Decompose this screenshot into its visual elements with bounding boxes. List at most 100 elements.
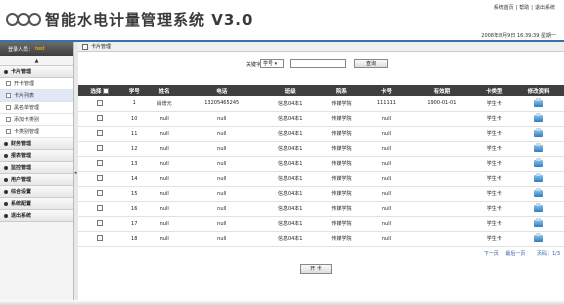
edit-icon[interactable] bbox=[534, 203, 544, 212]
cell-phone: null bbox=[181, 216, 262, 232]
table-row: 14 null null 信息04本1 传媒学院 null 学生卡 bbox=[78, 171, 564, 187]
page-icon bbox=[6, 93, 11, 98]
submenu-card-list[interactable]: 卡片列表 bbox=[0, 90, 73, 102]
submenu-card-type-management[interactable]: 卡类别管理 bbox=[0, 126, 73, 138]
col-department: 院系 bbox=[318, 85, 365, 96]
link-separator: | bbox=[515, 5, 518, 11]
submenu-open-card[interactable]: 开卡管理 bbox=[0, 78, 73, 90]
col-student-no: 学号 bbox=[121, 85, 147, 96]
cell-student-no: 17 bbox=[121, 216, 147, 232]
submenu-label: 卡片列表 bbox=[14, 93, 35, 99]
row-checkbox[interactable] bbox=[96, 115, 103, 122]
submenu-label: 开卡管理 bbox=[14, 81, 35, 87]
help-link[interactable]: 帮助 bbox=[519, 5, 529, 11]
cell-class: 信息04本1 bbox=[261, 156, 319, 172]
cell-class: 信息04本1 bbox=[261, 171, 319, 187]
cell-card-type: 学生卡 bbox=[475, 171, 514, 187]
table-row: 18 null null 信息04本1 传媒学院 null 学生卡 bbox=[78, 231, 564, 247]
edit-icon[interactable] bbox=[534, 218, 544, 227]
collapse-button[interactable]: ▲ bbox=[0, 56, 73, 66]
menu-monitoring[interactable]: 监控管理 bbox=[0, 162, 73, 174]
next-page-link[interactable]: 下一页 bbox=[484, 251, 499, 257]
header: 智能水电计量管理系统 V3.0 系统首页 | 帮助 | 退出系统 2008年8月9日 1… bbox=[0, 0, 564, 40]
search-field-select[interactable]: 学号 ▾ bbox=[260, 59, 284, 68]
cell-department: 传媒学院 bbox=[318, 201, 365, 217]
edit-icon[interactable] bbox=[534, 128, 544, 137]
menu-exit[interactable]: 退出系统 bbox=[0, 210, 73, 222]
last-page-link[interactable]: 最后一页 bbox=[505, 251, 525, 257]
col-card-type: 卡类型 bbox=[475, 85, 514, 96]
cell-valid-date: 1900-01-01 bbox=[408, 96, 476, 112]
cell-student-no: 16 bbox=[121, 201, 147, 217]
cell-name: null bbox=[146, 126, 182, 142]
logout-link[interactable]: 退出系统 bbox=[535, 5, 555, 11]
top-links: 系统首页 | 帮助 | 退出系统 bbox=[493, 4, 556, 11]
cell-name: null bbox=[146, 171, 182, 187]
row-checkbox[interactable] bbox=[96, 235, 103, 242]
table-row: 13 null null 信息04本1 传媒学院 null 学生卡 bbox=[78, 156, 564, 172]
chevron-down-icon: ▾ bbox=[274, 61, 278, 67]
bullet-icon bbox=[4, 165, 8, 170]
menu-users[interactable]: 用户管理 bbox=[0, 174, 73, 186]
edit-icon[interactable] bbox=[534, 158, 544, 167]
cell-select bbox=[78, 201, 122, 217]
row-checkbox[interactable] bbox=[96, 205, 103, 212]
cell-name: null bbox=[146, 111, 182, 127]
row-checkbox[interactable] bbox=[96, 160, 103, 167]
page-indicator: 页码：1/3 bbox=[536, 251, 560, 257]
submenu-add-card-type[interactable]: 添加卡类别 bbox=[0, 114, 73, 126]
submenu-label: 卡类别管理 bbox=[14, 129, 40, 135]
collapse-arrow-icon[interactable]: ◂ bbox=[74, 170, 77, 176]
bullet-icon bbox=[4, 141, 8, 146]
menu-label: 系统配置 bbox=[11, 201, 32, 207]
submenu-blacklist[interactable]: 黑名单管理 bbox=[0, 102, 73, 114]
page-icon bbox=[6, 129, 11, 134]
cell-department: 传媒学院 bbox=[318, 96, 365, 112]
edit-icon[interactable] bbox=[534, 113, 544, 122]
row-checkbox[interactable] bbox=[96, 175, 103, 182]
select-all-checkbox[interactable] bbox=[103, 88, 110, 94]
cell-valid-date bbox=[408, 231, 476, 247]
menu-label: 综合设置 bbox=[11, 189, 32, 195]
menu-reports[interactable]: 报表管理 bbox=[0, 150, 73, 162]
cell-card-no: null bbox=[364, 201, 409, 217]
search-button[interactable]: 查询 bbox=[354, 59, 388, 68]
cell-phone: null bbox=[181, 141, 262, 157]
menu-system-config[interactable]: 系统配置 bbox=[0, 198, 73, 210]
row-checkbox[interactable] bbox=[96, 190, 103, 197]
cell-card-type: 学生卡 bbox=[475, 201, 514, 217]
col-card-no: 卡号 bbox=[364, 85, 409, 96]
panel-title-bar: 卡片管理 bbox=[78, 42, 564, 52]
edit-icon[interactable] bbox=[534, 143, 544, 152]
menu-label: 卡片管理 bbox=[11, 69, 32, 75]
edit-icon[interactable] bbox=[534, 188, 544, 197]
menu-finance[interactable]: 财务管理 bbox=[0, 138, 73, 150]
search-input[interactable] bbox=[290, 59, 346, 68]
edit-icon[interactable] bbox=[534, 233, 544, 242]
edit-icon[interactable] bbox=[534, 173, 544, 182]
cell-select bbox=[78, 171, 122, 187]
bullet-icon bbox=[4, 177, 8, 182]
row-checkbox[interactable] bbox=[96, 145, 103, 152]
cell-department: 传媒学院 bbox=[318, 126, 365, 142]
bullet-icon bbox=[4, 213, 8, 218]
menu-label: 用户管理 bbox=[11, 177, 32, 183]
row-checkbox[interactable] bbox=[96, 130, 103, 137]
row-checkbox[interactable] bbox=[96, 220, 103, 227]
cell-card-type: 学生卡 bbox=[475, 141, 514, 157]
menu-card-management[interactable]: 卡片管理 bbox=[0, 66, 73, 78]
cell-edit bbox=[513, 156, 564, 172]
user-bar: 登录人员： test bbox=[0, 42, 73, 56]
cell-name: null bbox=[146, 216, 182, 232]
cell-edit bbox=[513, 126, 564, 142]
cell-card-type: 学生卡 bbox=[475, 156, 514, 172]
cell-edit bbox=[513, 171, 564, 187]
edit-icon[interactable] bbox=[534, 97, 544, 107]
open-card-button[interactable]: 开 卡 bbox=[300, 264, 332, 274]
sidebar: 登录人员： test ▲ 卡片管理 开卡管理 卡片列表 黑名单管理 添加卡类别 卡… bbox=[0, 42, 74, 305]
row-checkbox[interactable] bbox=[96, 100, 103, 106]
cell-class: 信息04本1 bbox=[261, 141, 319, 157]
cell-phone: null bbox=[181, 111, 262, 127]
home-link[interactable]: 系统首页 bbox=[494, 5, 514, 11]
menu-settings[interactable]: 综合设置 bbox=[0, 186, 73, 198]
